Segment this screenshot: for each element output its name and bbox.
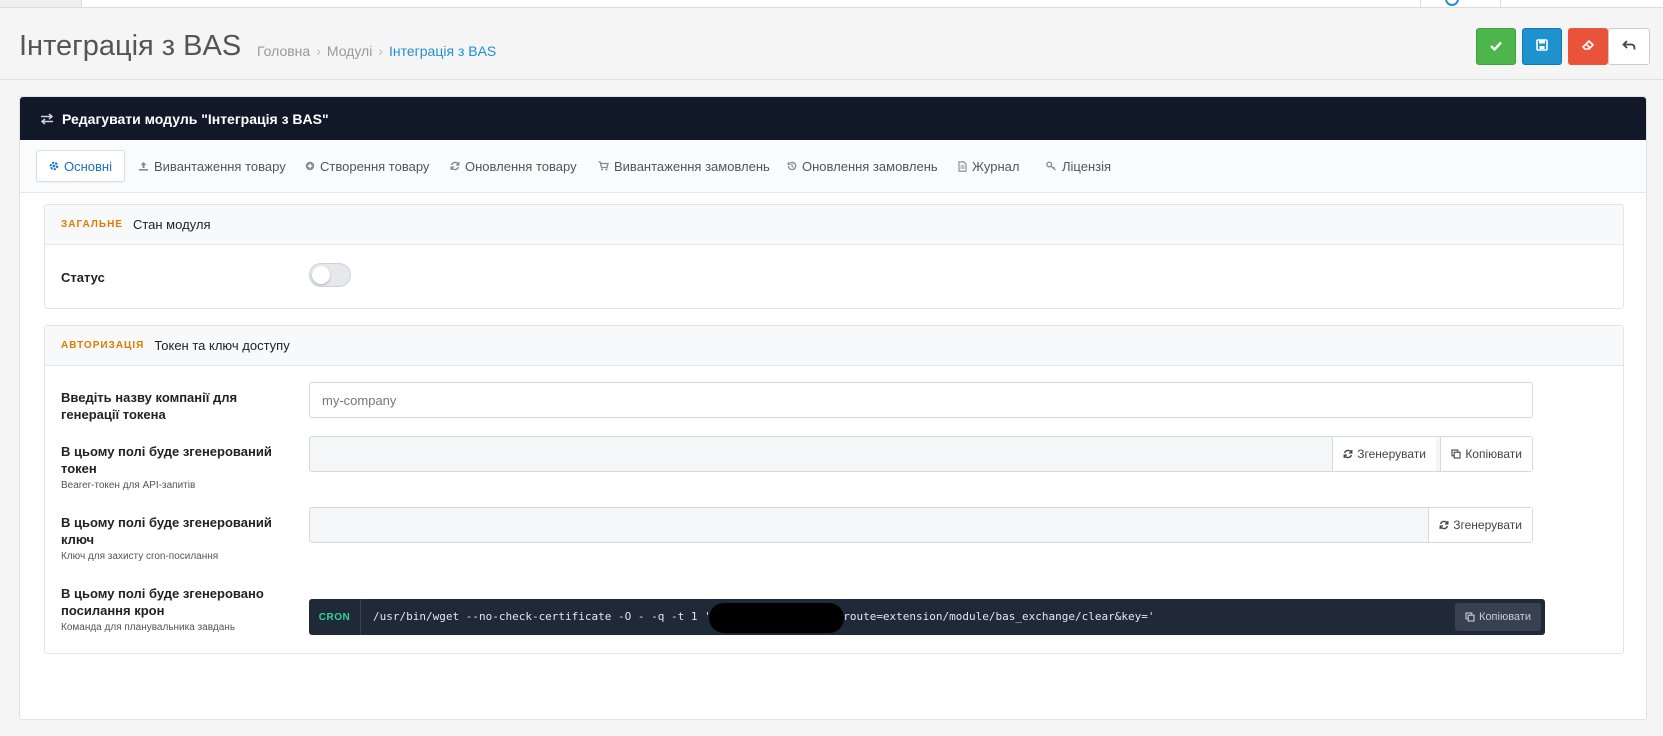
tab-orders-export[interactable]: Вивантаження замовлень — [598, 150, 770, 182]
clear-button[interactable] — [1568, 28, 1608, 65]
save-and-stay-button[interactable] — [1476, 28, 1516, 65]
tab-log[interactable]: Журнал — [958, 150, 1019, 182]
document-icon — [958, 160, 967, 172]
general-section-header: ЗАГАЛЬНЕ Стан модуля — [45, 205, 1623, 245]
upload-icon — [138, 161, 149, 171]
section-title: Токен та ключ доступу — [154, 338, 290, 353]
history-icon — [787, 161, 797, 171]
breadcrumb: Головна › Модулі › Інтеграція з BAS — [257, 43, 497, 59]
refresh-icon — [450, 161, 460, 171]
panel-title: Редагувати модуль "Інтеграція з BAS" — [62, 110, 329, 127]
eraser-icon — [1581, 39, 1595, 54]
tab-orders-update[interactable]: Оновлення замовлень — [787, 150, 938, 182]
copy-token-button[interactable]: Копіювати — [1440, 437, 1532, 471]
floppy-disk-icon — [1536, 39, 1548, 54]
page-title: Інтеграція з BAS — [19, 30, 242, 62]
cart-icon — [598, 161, 609, 171]
refresh-icon — [1343, 449, 1353, 459]
section-title: Стан модуля — [132, 217, 211, 232]
generate-token-button[interactable]: Згенерувати — [1332, 437, 1436, 471]
company-placeholder: my-company — [322, 393, 397, 408]
tab-product-create[interactable]: Створення товару — [305, 150, 429, 182]
cron-hint: Команда для планувальника завдань — [61, 622, 236, 633]
user-avatar-icon[interactable] — [1445, 0, 1459, 6]
check-icon — [1490, 39, 1502, 54]
cron-badge: CRON — [309, 599, 361, 635]
key-hint: Ключ для захисту cron-посилання — [61, 551, 219, 562]
status-toggle[interactable] — [309, 263, 351, 287]
gear-icon — [49, 161, 59, 171]
copy-icon — [1465, 612, 1475, 622]
auth-section: АВТОРИЗАЦІЯ Токен та ключ доступу Введіт… — [44, 325, 1624, 654]
breadcrumb-current[interactable]: Інтеграція з BAS — [389, 43, 496, 59]
key-icon — [1046, 161, 1057, 171]
auth-section-header: АВТОРИЗАЦІЯ Токен та ключ доступу — [45, 326, 1623, 366]
company-input[interactable]: my-company — [309, 382, 1533, 418]
copy-cron-button[interactable]: Копіювати — [1455, 603, 1541, 631]
key-label: В цьому полі буде згенерований ключ — [61, 515, 272, 547]
token-hint: Bearer-токен для API-запитів — [61, 480, 196, 491]
refresh-icon — [1439, 520, 1449, 530]
cron-command-box: CRON /usr/bin/wget --no-check-certificat… — [309, 599, 1545, 635]
generate-key-button[interactable]: Згенерувати — [1428, 508, 1532, 542]
tab-main[interactable]: Основні — [36, 150, 125, 182]
copy-icon — [1451, 449, 1461, 459]
reply-arrow-icon — [1622, 39, 1636, 54]
section-tag: АВТОРИЗАЦІЯ — [61, 340, 145, 351]
redaction-mark — [709, 603, 844, 633]
back-button[interactable] — [1608, 28, 1650, 65]
cron-label: В цьому полі буде згенеровано посилання … — [61, 586, 264, 618]
status-label: Статус — [61, 270, 105, 285]
breadcrumb-modules[interactable]: Модулі — [327, 43, 372, 59]
page-header: Інтеграція з BAS Головна › Модулі › Інтеграц… — [0, 8, 1663, 80]
module-edit-panel: Редагувати модуль "Інтеграція з BAS" Осн… — [19, 96, 1647, 720]
token-label: В цьому полі буде згенерований токен — [61, 444, 272, 476]
plus-circle-icon — [305, 161, 315, 171]
breadcrumb-home[interactable]: Головна — [257, 43, 310, 59]
section-tag: ЗАГАЛЬНЕ — [61, 219, 123, 230]
top-navbar-strip — [0, 0, 1663, 8]
tab-product-update[interactable]: Оновлення товару — [450, 150, 577, 182]
tab-license[interactable]: Ліцензія — [1046, 150, 1111, 182]
tab-bar: Основні Вивантаження товару Створення то… — [20, 140, 1646, 193]
exchange-arrows-icon — [40, 112, 54, 125]
tab-product-export[interactable]: Вивантаження товару — [138, 150, 286, 182]
save-button[interactable] — [1522, 28, 1562, 65]
token-field[interactable]: Згенерувати Копіювати — [309, 436, 1533, 472]
panel-heading: Редагувати модуль "Інтеграція з BAS" — [20, 97, 1646, 140]
general-section: ЗАГАЛЬНЕ Стан модуля Статус — [44, 204, 1624, 309]
key-field[interactable]: Згенерувати — [309, 507, 1533, 543]
company-label: Введіть назву компанії для генерації ток… — [61, 390, 238, 422]
